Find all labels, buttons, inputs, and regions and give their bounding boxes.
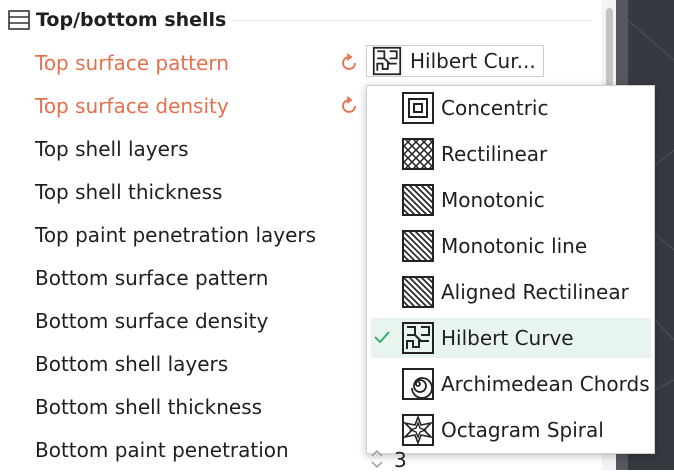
- dropdown-option-archimedean-chords[interactable]: Archimedean Chords: [371, 364, 651, 404]
- aligned-rectilinear-icon: [402, 276, 434, 308]
- setting-label-top-paint-penetration-layers: Top paint penetration layers: [35, 223, 317, 247]
- setting-label-top-surface-pattern: Top surface pattern: [35, 51, 229, 75]
- dropdown-option-rectilinear[interactable]: Rectilinear: [371, 134, 651, 174]
- setting-label-bottom-shell-thickness: Bottom shell thickness: [35, 395, 263, 419]
- dropdown-option-aligned-rectilinear[interactable]: Aligned Rectilinear: [371, 272, 651, 312]
- hilbert-curve-icon: [372, 46, 402, 76]
- top-surface-pattern-combo[interactable]: Hilbert Cur...: [366, 45, 544, 77]
- option-label: Monotonic line: [441, 234, 588, 258]
- option-label: Aligned Rectilinear: [441, 280, 629, 304]
- dropdown-option-hilbert-curve[interactable]: Hilbert Curve: [371, 318, 651, 358]
- dropdown-option-monotonic[interactable]: Monotonic: [371, 180, 651, 220]
- hilbert-curve-icon: [402, 322, 434, 354]
- section-panel-icon: [8, 10, 30, 30]
- pattern-dropdown[interactable]: Concentric Rectilinear Monotonic Monoton…: [366, 85, 655, 454]
- setting-label-bottom-paint-penetration: Bottom paint penetration: [35, 438, 289, 462]
- reset-icon[interactable]: [338, 95, 360, 117]
- dropdown-option-monotonic-line[interactable]: Monotonic line: [371, 226, 651, 266]
- setting-label-top-shell-layers: Top shell layers: [35, 137, 189, 161]
- section-header: Top/bottom shells: [8, 6, 226, 34]
- option-label: Monotonic: [441, 188, 545, 212]
- dropdown-option-octagram-spiral[interactable]: Octagram Spiral: [371, 410, 651, 450]
- setting-label-bottom-surface-pattern: Bottom surface pattern: [35, 266, 269, 290]
- monotonic-line-icon: [402, 230, 434, 262]
- stepper-arrows-icon[interactable]: [368, 448, 386, 470]
- section-title: Top/bottom shells: [36, 9, 227, 31]
- header-divider: [232, 20, 592, 21]
- bottom-paint-penetration-value[interactable]: 3: [394, 448, 407, 472]
- setting-label-top-shell-thickness: Top shell thickness: [35, 180, 223, 204]
- monotonic-icon: [402, 184, 434, 216]
- archimedean-chords-icon: [402, 368, 434, 400]
- combo-value: Hilbert Cur...: [410, 49, 536, 73]
- rectilinear-icon: [402, 138, 434, 170]
- setting-label-bottom-surface-density: Bottom surface density: [35, 309, 269, 333]
- setting-label-bottom-shell-layers: Bottom shell layers: [35, 352, 229, 376]
- dropdown-option-concentric[interactable]: Concentric: [371, 88, 651, 128]
- octagram-spiral-icon: [402, 414, 434, 446]
- option-label: Archimedean Chords: [441, 372, 650, 396]
- option-label: Rectilinear: [441, 142, 548, 166]
- concentric-icon: [402, 92, 434, 124]
- option-label: Octagram Spiral: [441, 418, 604, 442]
- option-label: Hilbert Curve: [441, 326, 574, 350]
- setting-label-top-surface-density: Top surface density: [35, 94, 229, 118]
- option-label: Concentric: [441, 96, 549, 120]
- reset-icon[interactable]: [338, 52, 360, 74]
- checkmark-icon: [374, 331, 390, 344]
